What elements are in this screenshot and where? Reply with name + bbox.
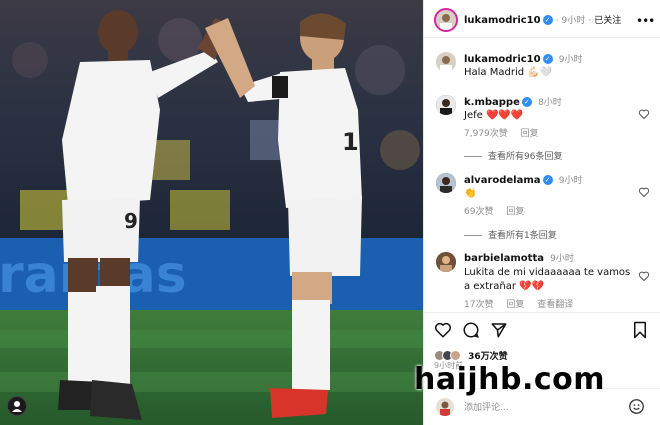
comment-avatar[interactable] [436,252,456,272]
send-icon[interactable] [490,321,508,339]
comment-likes[interactable]: 7,979次赞 [464,129,508,139]
comment-avatar[interactable] [436,173,456,193]
comment-item: barbielamotta 9小时 Lukita de mi vidaaaaaa… [464,251,636,310]
bookmark-icon[interactable] [632,321,648,339]
like-heart-icon[interactable] [434,321,452,339]
comment-time: 8小时 [538,98,562,108]
action-bar [424,312,660,346]
caption-author[interactable]: lukamodric10 [464,54,541,65]
comment-avatar[interactable] [436,95,456,115]
comment-user[interactable]: barbielamotta [464,253,544,264]
comment-text: Jefe ❤️❤️❤️ [464,110,524,121]
comment-like-icon[interactable] [638,108,650,120]
header-line: lukamodric10 ✓ · 9小时 · 已关注 [464,15,622,26]
football-players-image: rantas 9 [0,0,423,425]
caption-time: 9小时 [558,55,583,65]
follow-status[interactable]: 已关注 [594,16,621,26]
tagged-user-icon[interactable] [7,396,27,416]
post-time: 9小时 [561,16,586,26]
comment-likes[interactable]: 17次赞 [464,300,493,310]
comment-time: 9小时 [550,254,574,264]
verified-badge-icon: ✓ [521,97,532,107]
author-username[interactable]: lukamodric10 [464,15,541,26]
emoji-icon[interactable] [628,398,645,415]
verified-badge-icon: ✓ [542,15,553,25]
reply-button[interactable]: 回复 [506,207,524,217]
post-header: lukamodric10 ✓ · 9小时 · 已关注 ••• [424,0,660,38]
comment-user[interactable]: k.mbappe [464,97,520,108]
comment-text: 👏 [464,188,477,199]
comment-icon[interactable] [462,321,480,339]
watermark-text: haijhb.com [414,362,606,397]
view-replies-label[interactable]: 查看所有96条回复 [488,152,562,162]
likes-count[interactable]: 36万次赞 [468,352,508,362]
caption-author-avatar[interactable] [436,52,456,72]
view-replies-row[interactable]: 查看所有96条回复 [464,149,562,162]
reply-button[interactable]: 回复 [506,300,524,310]
comment-time: 9小时 [558,176,583,186]
translate-button[interactable]: 查看翻译 [537,300,573,310]
verified-badge-icon: ✓ [542,54,553,64]
svg-text:9: 9 [124,209,138,233]
view-replies-label[interactable]: 查看所有1条回复 [488,231,557,241]
reply-button[interactable]: 回复 [521,129,539,139]
current-user-avatar [436,398,454,416]
comment-text: Lukita de mi vidaaaaaa te vamos a extrañ… [464,267,631,292]
post-photo[interactable]: rantas 9 [0,0,423,425]
instagram-post-view: rantas 9 [0,0,660,425]
author-avatar[interactable] [434,8,458,32]
comment-likes[interactable]: 69次赞 [464,207,493,217]
comment-like-icon[interactable] [638,186,650,198]
comment-item: k.mbappe ✓ 8小时 Jefe ❤️❤️❤️ 7,979次赞 回复 [464,95,644,139]
view-replies-row[interactable]: 查看所有1条回复 [464,228,557,241]
comment-user[interactable]: alvarodelama [464,175,541,186]
more-options-icon[interactable]: ••• [636,14,655,28]
verified-badge-icon: ✓ [542,175,553,185]
comment-input[interactable]: 添加评论... [464,400,509,413]
svg-text:1: 1 [342,128,359,156]
caption: lukamodric10 ✓ 9小时 Hala Madrid 💪🏻🤍 [464,52,654,78]
comment-like-icon[interactable] [638,270,650,282]
comment-item: alvarodelama ✓ 9小时 👏 69次赞 回复 [464,173,644,217]
caption-text: Hala Madrid 💪🏻🤍 [464,67,553,78]
